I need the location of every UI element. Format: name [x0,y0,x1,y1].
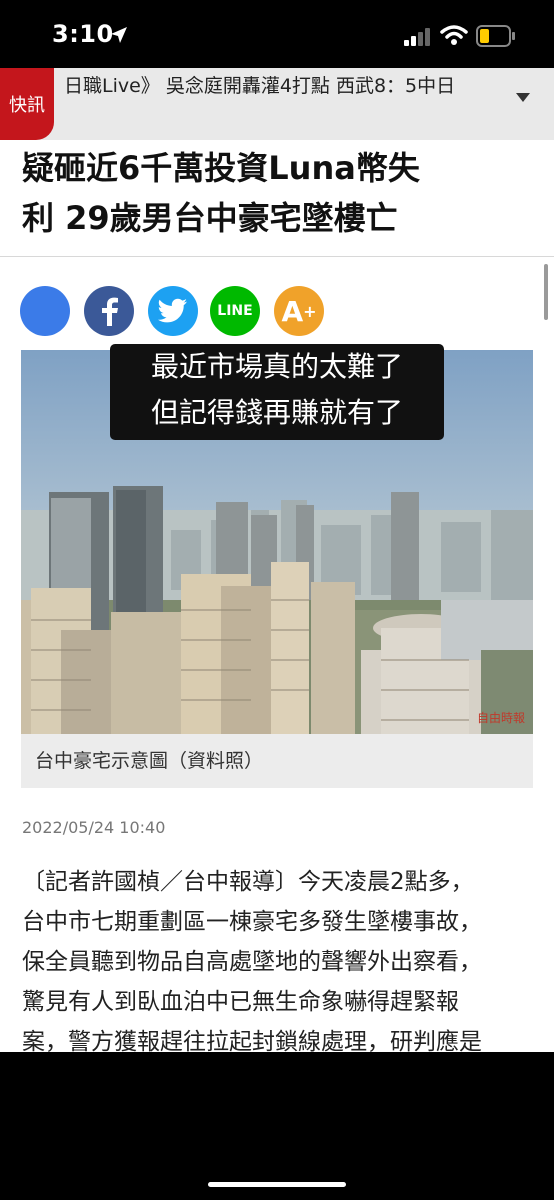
location-arrow-icon [111,27,127,43]
line-label: LINE [217,303,253,319]
body-line: 台中市七期重劃區一棟豪宅多發生墜樓事故， [22,909,482,935]
font-size-label: A [281,294,304,328]
battery-low-icon [476,25,515,47]
breaking-badge: 快訊 [0,68,54,140]
overlay-line-2: 但記得錢再賺就有了 [150,396,403,429]
divider [0,256,554,257]
breaking-news-banner[interactable]: 快訊 日職Live》 吳念庭開轟灌4打點 西武8：5中日 [0,68,554,140]
facebook-share-button[interactable] [84,286,134,336]
article-headline: 疑砸近6千萬投資Luna幣失 利 29歲男台中豪宅墜樓亡 [22,143,532,243]
line-share-button[interactable]: LINE [210,286,260,336]
article-date: 2022/05/24 10:40 [22,818,166,837]
article-body: 〔記者許國楨／台中報導〕今天凌晨2點多， 台中市七期重劃區一棟豪宅多發生墜樓事故… [22,862,534,1052]
body-line: 案，警方獲報趕往拉起封鎖線處理，研判應是 [22,1029,482,1052]
headline-line-1: 疑砸近6千萬投資Luna幣失 [22,149,420,187]
scrollbar[interactable] [544,264,548,320]
font-size-button[interactable]: A + [274,286,324,336]
cellular-signal-icon [404,28,430,46]
wifi-icon [440,25,468,45]
article: 疑砸近6千萬投資Luna幣失 利 29歲男台中豪宅墜樓亡 LINE A + 自由… [0,140,554,1052]
breaking-news-text[interactable]: 日職Live》 吳念庭開轟灌4打點 西武8：5中日 [64,72,504,100]
home-indicator[interactable] [208,1182,346,1187]
twitter-share-button[interactable] [148,286,198,336]
chevron-down-icon[interactable] [514,90,532,104]
body-line: 驚見有人到臥血泊中已無生命象嚇得趕緊報 [22,989,459,1015]
overlay-line-1: 最近市場真的太難了 [150,350,403,383]
photo-watermark: 自由時報 [477,711,525,725]
facebook-icon [102,297,118,326]
body-line: 〔記者許國楨／台中報導〕今天凌晨2點多， [22,869,474,895]
body-line: 保全員聽到物品自高處墜地的聲響外出察看， [22,949,482,975]
font-size-plus: + [303,301,317,321]
headline-line-2: 利 29歲男台中豪宅墜樓亡 [22,199,398,237]
image-text-overlay: 最近市場真的太難了 但記得錢再賺就有了 [110,344,444,440]
photo-caption: 台中豪宅示意圖（資料照） [35,750,264,772]
photo-caption-box: 台中豪宅示意圖（資料照） [21,734,533,788]
twitter-icon [158,298,187,323]
status-time: 3:10 [52,20,114,48]
share-button-blank[interactable] [20,286,70,336]
status-bar: 3:10 [0,0,554,68]
